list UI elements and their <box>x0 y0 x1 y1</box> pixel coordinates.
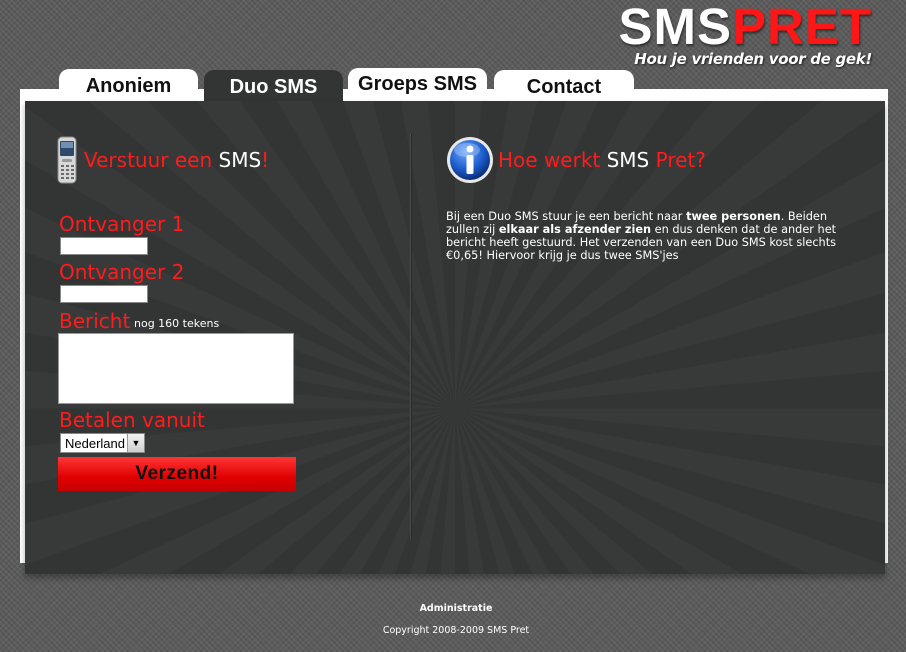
recipient2-input[interactable] <box>60 285 148 303</box>
site-logo[interactable]: SMSPRET Hou je vrienden voor de gek! <box>618 0 872 68</box>
logo-sms-text: SMS <box>618 0 732 55</box>
info-text-bold-2: elkaar als afzender zien <box>498 223 652 236</box>
mobile-phone-icon <box>57 136 77 184</box>
message-label: Bericht <box>59 309 131 333</box>
recipient1-input[interactable] <box>60 237 148 255</box>
info-icon <box>447 137 493 183</box>
tab-duo-sms[interactable]: Duo SMS <box>204 70 343 104</box>
chars-remaining: nog 160 tekens <box>134 317 220 330</box>
country-select-value: Nederland <box>65 436 125 451</box>
send-sms-title-part2: SMS <box>218 148 262 172</box>
country-select[interactable]: Nederland ▼ <box>60 433 145 453</box>
info-text-1: Bij een Duo SMS stuur je een bericht naa… <box>446 210 687 223</box>
message-textarea[interactable] <box>58 333 294 404</box>
logo-tagline: Hou je vrienden voor de gek! <box>634 50 872 68</box>
send-sms-title-part1: Verstuur een <box>84 148 219 172</box>
administratie-link[interactable]: Administratie <box>0 603 906 614</box>
how-it-works-title-part2: SMS <box>606 148 650 172</box>
send-sms-title-part3: ! <box>261 148 270 172</box>
how-it-works-title-part3: Pret? <box>649 148 706 172</box>
how-it-works-title-part1: Hoe werkt <box>498 148 607 172</box>
info-text-bold-1: twee personen <box>686 210 781 223</box>
recipient2-label: Ontvanger 2 <box>59 260 185 284</box>
logo-wordmark: SMSPRET <box>618 0 872 55</box>
how-it-works-title: Hoe werkt SMS Pret? <box>498 148 706 172</box>
send-sms-title: Verstuur een SMS! <box>84 148 269 172</box>
chevron-down-icon[interactable]: ▼ <box>127 434 144 452</box>
send-button[interactable]: Verzend! <box>58 457 296 491</box>
how-it-works-text: Bij een Duo SMS stuur je een bericht naa… <box>446 210 856 262</box>
recipient1-label: Ontvanger 1 <box>59 212 185 236</box>
column-divider <box>410 134 412 540</box>
pay-from-label: Betalen vanuit <box>59 408 205 432</box>
copyright-text: Copyright 2008-2009 SMS Pret <box>382 625 530 636</box>
logo-pret-text: PRET <box>731 0 872 55</box>
